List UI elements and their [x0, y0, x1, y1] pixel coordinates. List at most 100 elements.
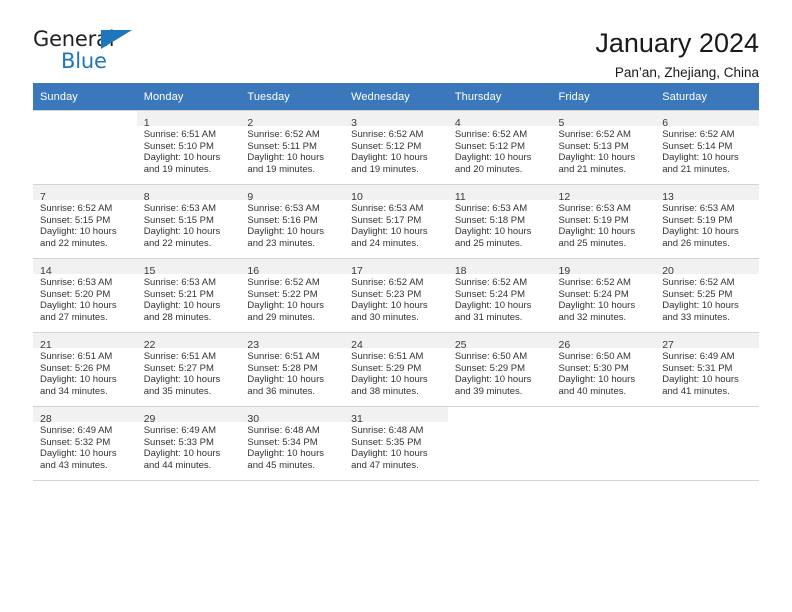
daylight-duration-line2: and 22 minutes. [143, 237, 212, 249]
weekday-tuesday: Tuesday [240, 83, 345, 111]
calendar-day-cell[interactable]: 7 Sunrise: 6:52 AM Sunset: 5:15 PM Daylight… [33, 184, 137, 259]
calendar-day-cell[interactable]: 13 Sunrise: 6:53 AM Sunset: 5:19 PM Dayligh… [655, 184, 759, 259]
day-cell-content: 28 Sunrise: 6:49 AM Sunset: 5:32 PM Dayligh… [33, 407, 137, 480]
daylight-duration-line2: and 35 minutes. [143, 385, 212, 397]
day-number-band: 17 [344, 259, 448, 277]
calendar-day-cell[interactable]: 2 Sunrise: 6:52 AM Sunset: 5:11 PM Daylight… [240, 110, 345, 185]
daylight-duration-line1: Daylight: 10 hours [143, 374, 221, 386]
day-sun-info: Sunrise: 6:49 AM Sunset: 5:31 PM Daylight:… [655, 348, 759, 397]
day-cell-content: 6 Sunrise: 6:52 AM Sunset: 5:14 PM Daylight… [655, 111, 759, 184]
day-cell-content: 9 Sunrise: 6:53 AM Sunset: 5:16 PM Daylight… [240, 185, 345, 258]
calendar-day-cell[interactable]: 12 Sunrise: 6:53 AM Sunset: 5:19 PM Dayligh… [551, 184, 656, 259]
calendar-day-cell[interactable]: 3 Sunrise: 6:52 AM Sunset: 5:12 PM Daylight… [344, 110, 448, 185]
calendar-day-cell[interactable]: 15 Sunrise: 6:53 AM Sunset: 5:21 PM Dayligh… [136, 258, 241, 333]
calendar-cell-empty [447, 406, 552, 481]
calendar-day-cell[interactable]: 4 Sunrise: 6:52 AM Sunset: 5:12 PM Daylight… [447, 110, 552, 185]
page-subtitle: Pan’an, Zhejiang, China [614, 65, 759, 80]
calendar-day-cell[interactable]: 5 Sunrise: 6:52 AM Sunset: 5:13 PM Daylight… [551, 110, 656, 185]
calendar-day-cell[interactable]: 11 Sunrise: 6:53 AM Sunset: 5:18 PM Dayligh… [447, 184, 552, 259]
day-sun-info: Sunrise: 6:53 AM Sunset: 5:17 PM Daylight:… [344, 200, 448, 249]
day-number-band: 31 [344, 407, 448, 425]
calendar-day-cell[interactable]: 19 Sunrise: 6:52 AM Sunset: 5:24 PM Dayligh… [551, 258, 656, 333]
sunrise-time: Sunrise: 6:51 AM [143, 129, 217, 140]
calendar-day-cell[interactable]: 23 Sunrise: 6:51 AM Sunset: 5:28 PM Dayligh… [240, 332, 345, 407]
sunset-time: Sunset: 5:19 PM [662, 214, 733, 226]
sunrise-time: Sunrise: 6:52 AM [558, 129, 631, 140]
day-cell-content: 11 Sunrise: 6:53 AM Sunset: 5:18 PM Dayligh… [447, 185, 552, 258]
daylight-duration-line1: Daylight: 10 hours [247, 374, 324, 386]
daylight-duration-line1: Daylight: 10 hours [662, 374, 739, 386]
daylight-duration-line2: and 44 minutes. [143, 459, 212, 471]
weekday-saturday: Saturday [655, 83, 759, 111]
day-number: 16 [247, 265, 260, 277]
sunrise-time: Sunrise: 6:52 AM [247, 277, 320, 288]
calendar-day-cell[interactable]: 28 Sunrise: 6:49 AM Sunset: 5:32 PM Dayligh… [33, 406, 137, 481]
calendar-day-cell[interactable]: 22 Sunrise: 6:51 AM Sunset: 5:27 PM Dayligh… [136, 332, 241, 407]
daylight-duration-line2: and 25 minutes. [558, 237, 627, 249]
day-cell-content: 5 Sunrise: 6:52 AM Sunset: 5:13 PM Daylight… [551, 111, 656, 184]
daylight-duration-line1: Daylight: 10 hours [40, 448, 117, 460]
calendar-day-cell[interactable]: 1 Sunrise: 6:51 AM Sunset: 5:10 PM Daylight… [136, 110, 241, 185]
day-sun-info: Sunrise: 6:52 AM Sunset: 5:25 PM Daylight:… [655, 274, 759, 323]
calendar-week-row: 21 Sunrise: 6:51 AM Sunset: 5:26 PM Dayligh… [33, 332, 759, 407]
sunrise-time: Sunrise: 6:48 AM [247, 425, 320, 436]
daylight-duration-line2: and 24 minutes. [351, 237, 419, 249]
day-number: 22 [143, 339, 156, 351]
calendar-day-cell[interactable]: 8 Sunrise: 6:53 AM Sunset: 5:15 PM Daylight… [136, 184, 241, 259]
daylight-duration-line2: and 40 minutes. [558, 385, 627, 397]
calendar-day-cell[interactable]: 26 Sunrise: 6:50 AM Sunset: 5:30 PM Dayligh… [551, 332, 656, 407]
calendar-day-cell[interactable]: 14 Sunrise: 6:53 AM Sunset: 5:20 PM Dayligh… [33, 258, 137, 333]
calendar-day-cell[interactable]: 30 Sunrise: 6:48 AM Sunset: 5:34 PM Dayligh… [240, 406, 345, 481]
sunset-time: Sunset: 5:33 PM [143, 436, 214, 448]
calendar-day-cell[interactable]: 6 Sunrise: 6:52 AM Sunset: 5:14 PM Daylight… [655, 110, 759, 185]
day-sun-info: Sunrise: 6:53 AM Sunset: 5:15 PM Daylight:… [137, 200, 241, 249]
sunrise-time: Sunrise: 6:51 AM [351, 351, 424, 362]
day-cell-content: 15 Sunrise: 6:53 AM Sunset: 5:21 PM Dayligh… [136, 259, 241, 332]
sunset-time: Sunset: 5:20 PM [40, 288, 111, 300]
day-cell-content [447, 407, 552, 480]
day-number-band: 8 [136, 185, 241, 203]
sunset-time: Sunset: 5:24 PM [454, 288, 526, 300]
day-number: 12 [558, 191, 571, 203]
calendar-day-cell[interactable]: 20 Sunrise: 6:52 AM Sunset: 5:25 PM Dayligh… [655, 258, 759, 333]
daylight-duration-line2: and 27 minutes. [40, 311, 108, 323]
day-number: 18 [454, 265, 467, 277]
daylight-duration-line2: and 38 minutes. [351, 385, 419, 397]
day-number-band: 3 [344, 111, 448, 129]
day-number-band: 16 [240, 259, 345, 277]
sunrise-time: Sunrise: 6:50 AM [454, 351, 528, 362]
daylight-duration-line2: and 19 minutes. [247, 163, 316, 175]
daylight-duration-line2: and 28 minutes. [143, 311, 212, 323]
logo-text-blue: Blue [61, 49, 107, 73]
daylight-duration-line1: Daylight: 10 hours [454, 226, 532, 238]
calendar-day-cell[interactable]: 21 Sunrise: 6:51 AM Sunset: 5:26 PM Dayligh… [33, 332, 137, 407]
sunrise-time: Sunrise: 6:52 AM [351, 129, 424, 140]
day-sun-info: Sunrise: 6:49 AM Sunset: 5:32 PM Daylight:… [33, 422, 137, 471]
day-sun-info: Sunrise: 6:52 AM Sunset: 5:24 PM Daylight:… [448, 274, 552, 323]
calendar-day-cell[interactable]: 18 Sunrise: 6:52 AM Sunset: 5:24 PM Dayligh… [447, 258, 552, 333]
day-number-band: 9 [240, 185, 345, 203]
day-sun-info: Sunrise: 6:53 AM Sunset: 5:19 PM Daylight:… [655, 200, 759, 249]
calendar-day-cell[interactable]: 24 Sunrise: 6:51 AM Sunset: 5:29 PM Dayligh… [344, 332, 448, 407]
day-number: 19 [558, 265, 571, 277]
calendar-day-cell[interactable]: 25 Sunrise: 6:50 AM Sunset: 5:29 PM Dayligh… [447, 332, 552, 407]
day-sun-info: Sunrise: 6:51 AM Sunset: 5:27 PM Daylight:… [137, 348, 241, 397]
calendar-day-cell[interactable]: 31 Sunrise: 6:48 AM Sunset: 5:35 PM Dayligh… [344, 406, 448, 481]
day-number: 3 [351, 117, 357, 129]
calendar-day-cell[interactable]: 17 Sunrise: 6:52 AM Sunset: 5:23 PM Dayligh… [344, 258, 448, 333]
calendar-day-cell[interactable]: 9 Sunrise: 6:53 AM Sunset: 5:16 PM Daylight… [240, 184, 345, 259]
daylight-duration-line1: Daylight: 10 hours [143, 226, 221, 238]
calendar-day-cell[interactable]: 27 Sunrise: 6:49 AM Sunset: 5:31 PM Dayligh… [655, 332, 759, 407]
calendar-day-cell[interactable]: 10 Sunrise: 6:53 AM Sunset: 5:17 PM Dayligh… [344, 184, 448, 259]
day-number-band: 4 [447, 111, 552, 129]
calendar-day-cell[interactable]: 29 Sunrise: 6:49 AM Sunset: 5:33 PM Dayligh… [136, 406, 241, 481]
day-cell-content: 31 Sunrise: 6:48 AM Sunset: 5:35 PM Dayligh… [344, 407, 448, 480]
calendar-day-cell[interactable]: 16 Sunrise: 6:52 AM Sunset: 5:22 PM Dayligh… [240, 258, 345, 333]
sunset-time: Sunset: 5:22 PM [247, 288, 318, 300]
sunset-time: Sunset: 5:19 PM [558, 214, 629, 226]
sunrise-time: Sunrise: 6:52 AM [454, 129, 528, 140]
day-number-band: 30 [240, 407, 345, 425]
daylight-duration-line1: Daylight: 10 hours [247, 300, 324, 312]
daylight-duration-line1: Daylight: 10 hours [454, 300, 532, 312]
sunset-time: Sunset: 5:29 PM [454, 362, 526, 374]
